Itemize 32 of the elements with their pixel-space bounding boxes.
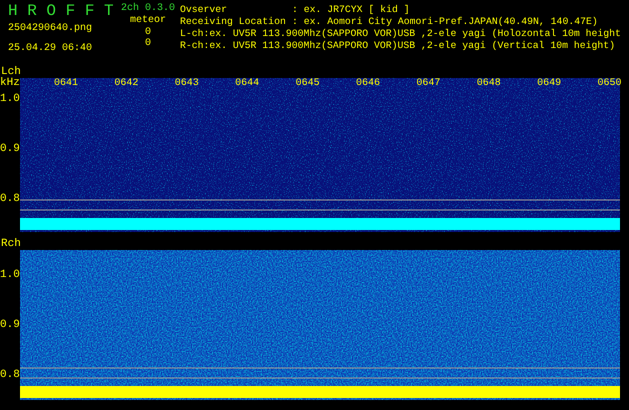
info-value: : ex. JR7CYX [ kid ] — [292, 4, 410, 16]
time-label: 0648 — [476, 78, 502, 90]
channel-label: Lch — [0, 66, 22, 78]
timestamp: 25.04.29 06:40 — [8, 42, 94, 56]
axis-label: 0.9 — [0, 144, 20, 155]
meteor-label: meteor — [130, 15, 166, 27]
axis-label: 1.0 — [0, 94, 20, 105]
time-label: 0646 — [356, 78, 381, 90]
info-line: R-ch:ex. UV5R 113.900Mhz(SAPPORO VOR)USB ,2-ele yagi (Vertical 10m height) — [180, 40, 616, 52]
meteor-count: 0 — [144, 38, 151, 49]
info-label: Receiving Location — [180, 16, 287, 28]
time-label: 0643 — [174, 78, 200, 90]
time-label: 0649 — [537, 78, 562, 90]
info-label: Ovserver — [180, 4, 228, 16]
time-label: 0644 — [235, 78, 260, 90]
axis-label: 0.9 — [0, 320, 20, 331]
app-title: H R O F F T — [8, 2, 115, 20]
time-label: 0642 — [114, 78, 140, 90]
info-line: L-ch:ex. UV5R 113.900Mhz(SAPPORO VOR)USB ,2-ele yagi (Holozontal 10m height — [180, 28, 621, 40]
file-name: 2504290640.png — [8, 22, 94, 36]
axis-label: 0.8 — [0, 370, 20, 381]
axis-label: 1.0 — [0, 270, 20, 281]
time-label: 0647 — [416, 78, 442, 90]
meteor-count: 0 — [144, 27, 151, 38]
time-label: 0645 — [296, 78, 321, 90]
channel-label: Rch — [0, 238, 22, 250]
unit-label: kHz — [0, 78, 20, 88]
info-value: : ex. Aomori City Aomori-Pref.JAPAN(40.49N, 140.47E) — [292, 16, 598, 28]
version-label: 2ch 0.3.0 — [120, 3, 175, 15]
time-label: 0650 — [598, 78, 623, 90]
axis-label: 0.8 — [0, 194, 20, 205]
time-label: 0641 — [54, 78, 80, 90]
